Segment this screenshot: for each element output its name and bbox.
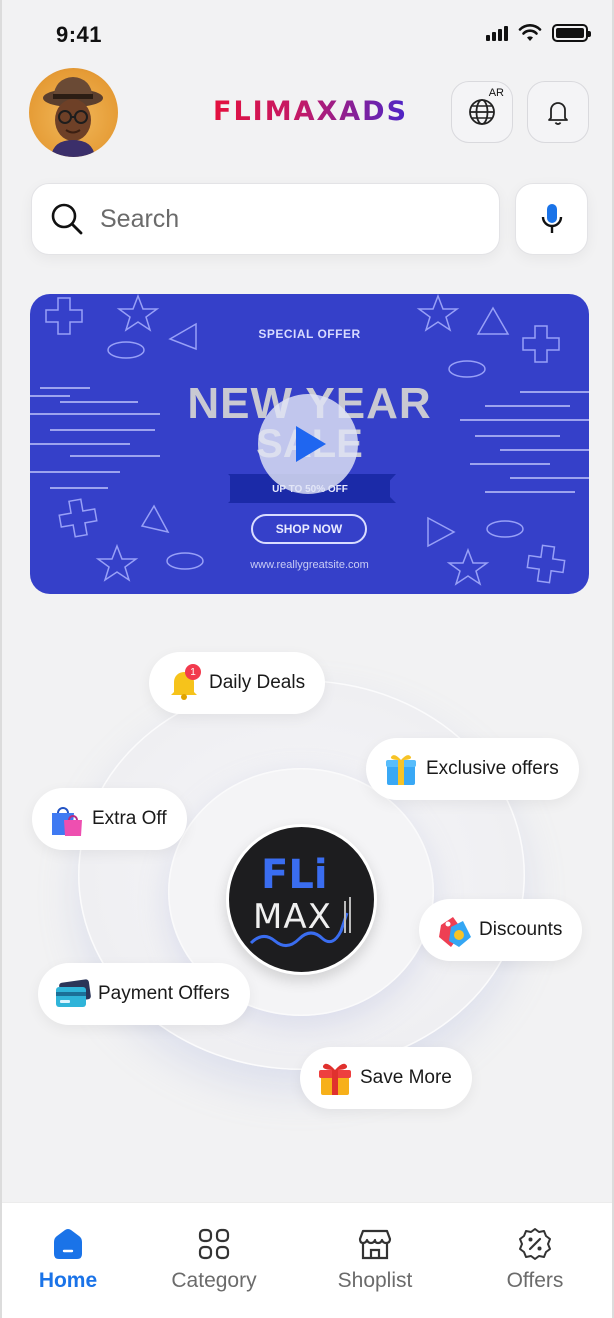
extra-off-label: Extra Off <box>92 808 167 829</box>
app-screen: 9:41 FLIMAXADS AR Search SPECIAL OFFER N… <box>0 0 614 1318</box>
brand-logo: FLIMAXADS <box>213 96 409 127</box>
promo-banner-video[interactable]: SPECIAL OFFER NEW YEAR SALE UP TO 50% OF… <box>30 294 589 594</box>
avatar[interactable] <box>29 68 118 157</box>
credit-card-icon <box>54 975 92 1013</box>
battery-icon <box>552 24 591 42</box>
voice-search-button[interactable] <box>515 183 588 255</box>
grid-icon <box>198 1228 230 1260</box>
discounts-label: Discounts <box>479 919 563 940</box>
banner-eyebrow: SPECIAL OFFER <box>258 327 361 341</box>
nav-offers[interactable]: Offers <box>475 1227 595 1293</box>
center-brand-logo[interactable]: FLi MAX <box>226 824 377 975</box>
status-time: 9:41 <box>56 22 103 47</box>
payment-offers-chip[interactable]: Payment Offers <box>38 963 250 1025</box>
shopping-bags-icon <box>48 800 86 838</box>
status-icons <box>486 24 591 42</box>
daily-deals-label: Daily Deals <box>209 672 306 693</box>
nav-home-label: Home <box>38 1269 98 1292</box>
extra-off-chip[interactable]: Extra Off <box>32 788 187 850</box>
cellular-signal-icon <box>486 25 508 41</box>
banner-url: www.reallygreatsite.com <box>250 559 369 571</box>
discounts-chip[interactable]: Discounts <box>419 899 583 961</box>
price-tags-icon <box>435 911 473 949</box>
notification-badge: 1 <box>185 664 201 680</box>
center-logo-wave <box>249 897 351 947</box>
bell-icon <box>548 102 568 125</box>
gift-icon <box>316 1059 354 1097</box>
search-placeholder: Search <box>100 204 180 233</box>
play-video-button[interactable] <box>258 394 358 494</box>
nav-shoplist[interactable]: Shoplist <box>315 1227 435 1293</box>
wifi-icon <box>518 24 542 41</box>
shop-now-button[interactable]: SHOP NOW <box>251 514 367 544</box>
daily-deals-chip[interactable]: 1 Daily Deals <box>149 652 326 714</box>
discount-badge-icon <box>519 1228 551 1260</box>
bottom-navigation: Home Category Shoplist Offers <box>2 1202 612 1318</box>
nav-home[interactable]: Home <box>8 1227 128 1293</box>
exclusive-offers-chip[interactable]: Exclusive offers <box>366 738 579 800</box>
notifications-button[interactable] <box>527 81 589 143</box>
avatar-illustration <box>43 77 103 157</box>
language-code: AR <box>488 87 504 99</box>
bell-icon: 1 <box>165 664 203 702</box>
search-icon <box>51 203 83 235</box>
globe-icon <box>469 99 495 125</box>
nav-offers-label: Offers <box>506 1269 564 1292</box>
language-button[interactable]: AR <box>451 81 513 143</box>
nav-category-label: Category <box>171 1269 257 1292</box>
search-input[interactable]: Search <box>31 183 500 255</box>
nav-category[interactable]: Category <box>154 1227 274 1293</box>
exclusive-offers-label: Exclusive offers <box>426 758 559 779</box>
storefront-icon <box>358 1229 392 1260</box>
microphone-icon <box>541 204 562 233</box>
save-more-chip[interactable]: Save More <box>300 1047 472 1109</box>
payment-offers-label: Payment Offers <box>98 983 230 1004</box>
play-icon <box>296 426 326 462</box>
save-more-label: Save More <box>360 1067 452 1088</box>
gift-box-icon <box>382 750 420 788</box>
home-icon <box>54 1229 82 1259</box>
nav-shoplist-label: Shoplist <box>337 1269 413 1292</box>
